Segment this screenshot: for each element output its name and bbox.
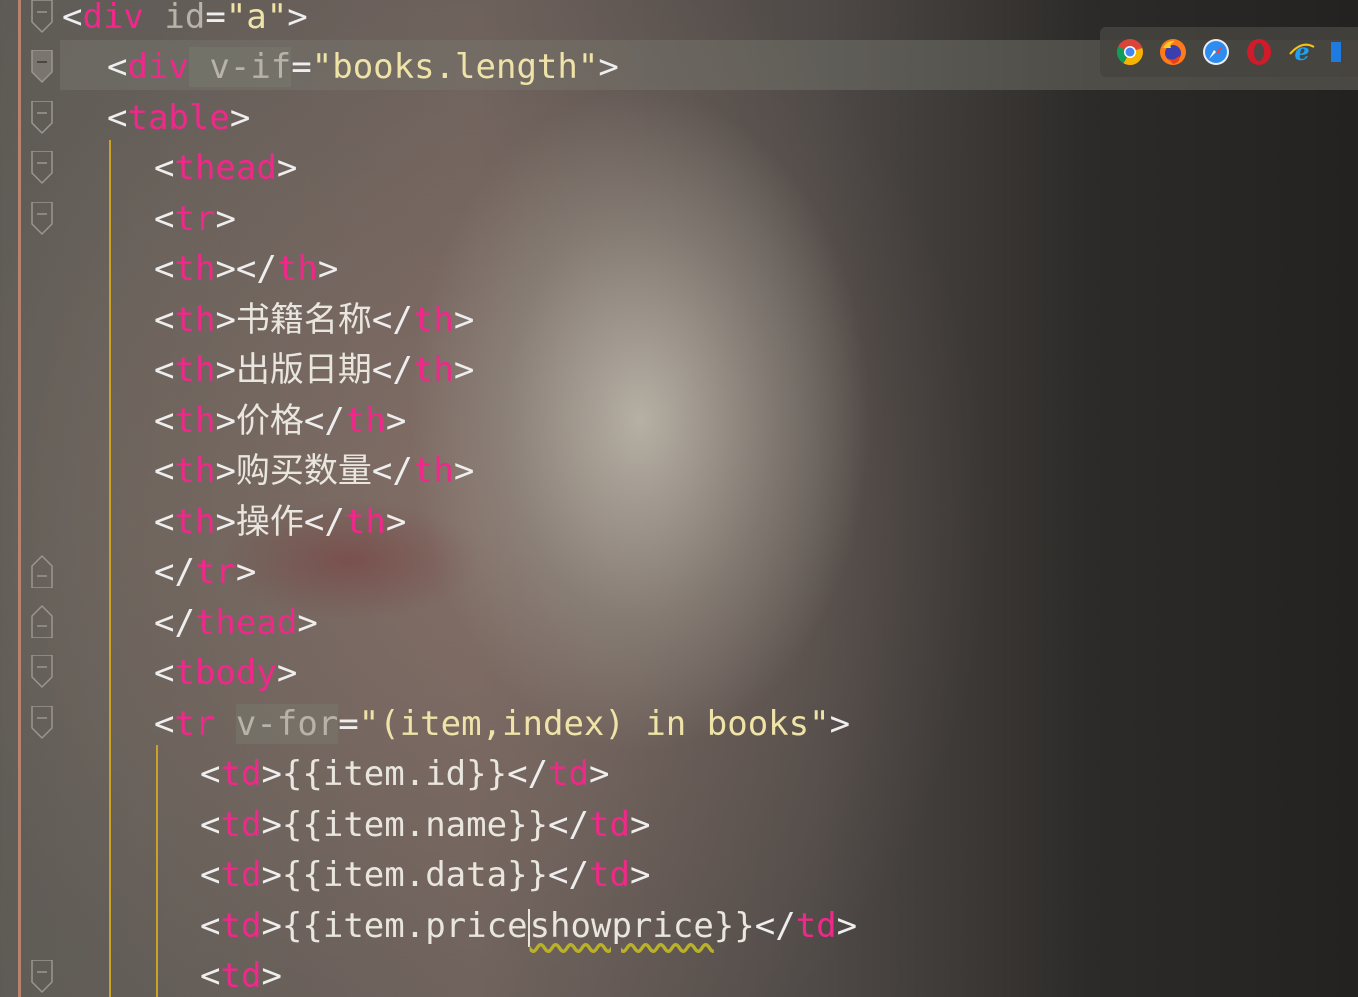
browser-preview-bar: e <box>1100 27 1358 77</box>
code-line-18[interactable]: <td>{{item.data}}</td> <box>200 850 650 900</box>
code-line-17[interactable]: <td>{{item.name}}</td> <box>200 800 650 850</box>
edge-icon[interactable] <box>1331 37 1358 67</box>
ie-icon[interactable]: e <box>1288 37 1316 67</box>
editor-gutter <box>0 0 60 997</box>
safari-icon[interactable] <box>1202 37 1230 67</box>
code-line-14[interactable]: <tbody> <box>154 648 297 698</box>
code-line-13[interactable]: </thead> <box>154 598 318 648</box>
fold-open-icon[interactable] <box>30 706 54 740</box>
fold-open-icon[interactable] <box>30 655 54 689</box>
indent-guide <box>109 140 111 997</box>
code-line-1[interactable]: <div id="a"> <box>62 0 308 42</box>
fold-open-icon[interactable] <box>30 0 54 34</box>
code-line-12[interactable]: </tr> <box>154 547 256 597</box>
fold-open-icon[interactable] <box>30 202 54 236</box>
code-line-9[interactable]: <th>价格</th> <box>154 396 406 446</box>
fold-open-icon[interactable] <box>30 960 54 994</box>
code-line-2[interactable]: <div v-if="books.length"> <box>107 42 619 92</box>
fold-close-icon[interactable] <box>30 604 54 638</box>
fold-open-icon[interactable] <box>30 101 54 135</box>
code-line-6[interactable]: <th></th> <box>154 244 338 294</box>
code-line-11[interactable]: <th>操作</th> <box>154 497 406 547</box>
code-line-4[interactable]: <thead> <box>154 143 297 193</box>
firefox-icon[interactable] <box>1159 37 1187 67</box>
code-line-16[interactable]: <td>{{item.id}}</td> <box>200 749 609 799</box>
code-line-10[interactable]: <th>购买数量</th> <box>154 446 474 496</box>
gutter-change-rail <box>18 0 21 997</box>
code-line-7[interactable]: <th>书籍名称</th> <box>154 295 474 345</box>
code-line-5[interactable]: <tr> <box>154 194 236 244</box>
spell-warning-token[interactable]: showprice <box>530 906 714 946</box>
code-line-15[interactable]: <tr v-for="(item,index) in books"> <box>154 699 850 749</box>
fold-close-icon[interactable] <box>30 554 54 588</box>
opera-icon[interactable] <box>1245 37 1273 67</box>
fold-open-icon[interactable] <box>30 50 54 84</box>
code-line-20[interactable]: <td> <box>200 951 282 997</box>
fold-open-icon[interactable] <box>30 151 54 185</box>
chrome-icon[interactable] <box>1116 37 1144 67</box>
code-line-8[interactable]: <th>出版日期</th> <box>154 345 474 395</box>
code-line-19[interactable]: <td>{{item.priceshowprice}}</td> <box>200 901 857 951</box>
indent-guide <box>156 745 158 997</box>
svg-text:e: e <box>1294 38 1309 66</box>
code-line-3[interactable]: <table> <box>107 93 250 143</box>
